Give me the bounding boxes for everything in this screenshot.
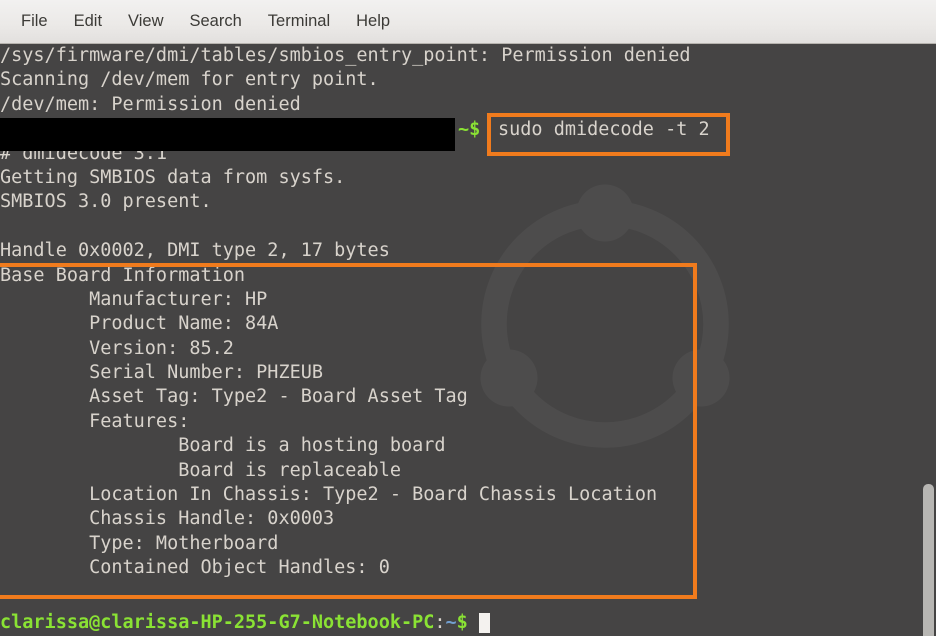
prompt-path: ~ bbox=[445, 612, 457, 633]
menu-help[interactable]: Help bbox=[343, 9, 403, 35]
menu-edit[interactable]: Edit bbox=[61, 9, 115, 35]
menu-search[interactable]: Search bbox=[177, 9, 255, 35]
terminal-line: Board is a hosting board bbox=[0, 435, 446, 457]
terminal-line: Manufacturer: HP bbox=[0, 288, 268, 310]
terminal-line: Product Name: 84A bbox=[0, 313, 279, 335]
terminal-line: Base Board Information bbox=[0, 264, 246, 286]
prompt-colon: : bbox=[434, 612, 446, 633]
terminal-line: Scanning /dev/mem for entry point. bbox=[0, 69, 379, 91]
terminal-line: Handle 0x0002, DMI type 2, 17 bytes bbox=[0, 240, 390, 262]
terminal-line: Serial Number: PHZEUB bbox=[0, 362, 324, 384]
terminal-line: Features: bbox=[0, 410, 190, 432]
terminal-line: Chassis Handle: 0x0003 bbox=[0, 508, 335, 530]
terminal-line: Asset Tag: Type2 - Board Asset Tag bbox=[0, 386, 468, 408]
terminal-line: /sys/firmware/dmi/tables/smbios_entry_po… bbox=[0, 45, 691, 66]
prompt-dollar: $ bbox=[456, 612, 468, 633]
command-prompt-suffix: ~$ bbox=[458, 119, 481, 140]
terminal-line: Getting SMBIOS data from sysfs. bbox=[0, 166, 346, 188]
terminal-line: Contained Object Handles: 0 bbox=[0, 557, 390, 579]
terminal-line: Version: 85.2 bbox=[0, 337, 234, 359]
terminal-line: SMBIOS 3.0 present. bbox=[0, 191, 212, 213]
terminal-output-area[interactable]: /sys/firmware/dmi/tables/smbios_entry_po… bbox=[0, 44, 936, 636]
text-cursor[interactable] bbox=[478, 613, 490, 633]
prompt-user-host: clarissa@clarissa-HP-255-G7-Notebook-PC bbox=[0, 612, 435, 633]
menu-file[interactable]: File bbox=[8, 9, 61, 35]
menu-view[interactable]: View bbox=[115, 9, 176, 35]
terminal-line: Location In Chassis: Type2 - Board Chass… bbox=[0, 484, 658, 506]
vertical-scrollbar-track[interactable] bbox=[920, 88, 936, 636]
redaction-bar bbox=[0, 118, 455, 151]
terminal-line: Board is replaceable bbox=[0, 459, 401, 481]
terminal-line: /dev/mem: Permission denied bbox=[0, 93, 301, 115]
terminal-line: Type: Motherboard bbox=[0, 532, 279, 554]
shell-prompt-line: clarissa@clarissa-HP-255-G7-Notebook-PC:… bbox=[0, 610, 490, 636]
menu-bar: File Edit View Search Terminal Help bbox=[0, 0, 936, 44]
entered-command-text: sudo dmidecode -t 2 bbox=[498, 119, 710, 140]
vertical-scrollbar-thumb[interactable] bbox=[923, 484, 934, 636]
terminal-window: File Edit View Search Terminal Help /sys… bbox=[0, 0, 936, 636]
menu-terminal[interactable]: Terminal bbox=[255, 9, 343, 35]
